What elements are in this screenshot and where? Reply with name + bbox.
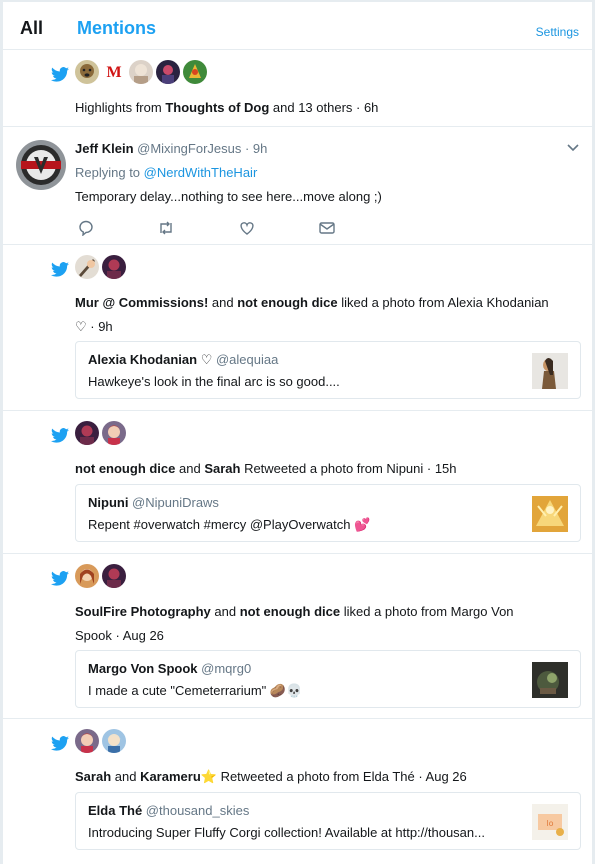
avatar[interactable] (156, 60, 180, 84)
actor-name[interactable]: not enough dice (75, 461, 175, 476)
twitter-bird-icon (51, 262, 69, 277)
avatar[interactable] (129, 60, 153, 84)
card-author: Elda Thé @thousand_skies (88, 803, 250, 818)
actor-name[interactable]: Karameru⭐ (140, 769, 217, 784)
avatar[interactable] (75, 421, 99, 445)
card-author: Margo Von Spook @mqrg0 (88, 661, 252, 676)
replying-handle[interactable]: @NerdWithTheHair (144, 165, 258, 180)
card-thumbnail[interactable] (532, 496, 568, 532)
actor-name[interactable]: not enough dice (237, 295, 337, 310)
card-text: Hawkeye's look in the final arc is so go… (88, 374, 340, 389)
card-thumbnail[interactable]: lo (532, 804, 568, 840)
card-thumbnail[interactable] (532, 353, 568, 389)
twitter-bird-icon (51, 736, 69, 751)
tweet-text: Temporary delay...nothing to see here...… (75, 189, 382, 204)
direct-message-icon[interactable] (318, 220, 336, 236)
avatar[interactable] (183, 60, 207, 84)
actor-name[interactable]: Sarah (75, 769, 111, 784)
author-name[interactable]: Jeff Klein (75, 141, 134, 156)
actor-name[interactable]: Mur @ Commissions! (75, 295, 208, 310)
card-text: Introducing Super Fluffy Corgi collectio… (88, 825, 485, 840)
card-author: Alexia Khodanian ♡ @alequiaa (88, 352, 279, 367)
quoted-tweet-card[interactable]: Elda Thé @thousand_skies Introducing Sup… (75, 792, 581, 850)
notifications-panel: All Mentions Settings M Highlights from … (2, 2, 593, 864)
card-text: I made a cute "Cemeterrarium" 🥔💀 (88, 683, 303, 698)
activity-text: Mur @ Commissions! and not enough dice l… (75, 295, 549, 310)
author-handle[interactable]: @MixingForJesus · 9h (137, 141, 267, 156)
avatar[interactable] (75, 60, 99, 84)
retweet-icon[interactable] (157, 220, 175, 236)
notifications-header: All Mentions Settings (3, 2, 592, 50)
twitter-bird-icon (51, 428, 69, 443)
highlight-name[interactable]: Thoughts of Dog (165, 100, 269, 115)
notification-highlights[interactable]: M Highlights from Thoughts of Dog and 13… (3, 50, 592, 127)
avatar[interactable] (75, 255, 99, 279)
avatar[interactable] (102, 729, 126, 753)
activity-text: SoulFire Photography and not enough dice… (75, 604, 514, 619)
notification-like[interactable]: SoulFire Photography and not enough dice… (3, 554, 592, 719)
svg-text:lo: lo (546, 819, 553, 828)
avatar-group (75, 564, 126, 588)
card-author: Nipuni @NipuniDraws (88, 495, 219, 510)
avatar[interactable] (16, 140, 66, 190)
avatar[interactable] (102, 564, 126, 588)
avatar-group (75, 729, 126, 753)
actor-name[interactable]: SoulFire Photography (75, 604, 211, 619)
activity-text: not enough dice and Sarah Retweeted a ph… (75, 461, 457, 476)
avatar[interactable] (102, 421, 126, 445)
twitter-bird-icon (51, 67, 69, 82)
notification-tweet[interactable]: Jeff Klein @MixingForJesus · 9h Replying… (3, 127, 592, 245)
quoted-tweet-card[interactable]: Alexia Khodanian ♡ @alequiaa Hawkeye's l… (75, 341, 581, 399)
avatar[interactable]: M (102, 60, 126, 84)
tweet-header: Jeff Klein @MixingForJesus · 9h (75, 141, 267, 156)
chevron-down-icon[interactable] (566, 143, 580, 153)
tab-all[interactable]: All (20, 18, 43, 39)
tab-mentions[interactable]: Mentions (77, 18, 156, 39)
card-text: Repent #overwatch #mercy @PlayOverwatch … (88, 517, 371, 532)
actor-name[interactable]: not enough dice (240, 604, 340, 619)
settings-link[interactable]: Settings (536, 25, 579, 39)
avatar[interactable] (75, 729, 99, 753)
avatar-group: M (75, 60, 207, 84)
card-thumbnail[interactable] (532, 662, 568, 698)
reply-icon[interactable] (77, 220, 95, 236)
actor-name[interactable]: Sarah (204, 461, 240, 476)
like-icon[interactable] (238, 220, 256, 236)
notification-like[interactable]: Mur @ Commissions! and not enough dice l… (3, 245, 592, 411)
notification-retweet[interactable]: not enough dice and Sarah Retweeted a ph… (3, 411, 592, 554)
notification-retweet[interactable]: Sarah and Karameru⭐ Retweeted a photo fr… (3, 719, 592, 864)
quoted-tweet-card[interactable]: Margo Von Spook @mqrg0 I made a cute "Ce… (75, 650, 581, 708)
avatar-group (75, 255, 126, 279)
activity-time: ♡ · 9h (75, 319, 113, 334)
activity-time: Spook · Aug 26 (75, 628, 164, 643)
highlights-text: Highlights from Thoughts of Dog and 13 o… (75, 100, 379, 115)
quoted-tweet-card[interactable]: Nipuni @NipuniDraws Repent #overwatch #m… (75, 484, 581, 542)
activity-text: Sarah and Karameru⭐ Retweeted a photo fr… (75, 769, 467, 784)
avatar[interactable] (75, 564, 99, 588)
replying-to: Replying to @NerdWithTheHair (75, 165, 258, 180)
svg-text:M: M (106, 64, 121, 81)
twitter-bird-icon (51, 571, 69, 586)
avatar[interactable] (102, 255, 126, 279)
avatar-group (75, 421, 126, 445)
